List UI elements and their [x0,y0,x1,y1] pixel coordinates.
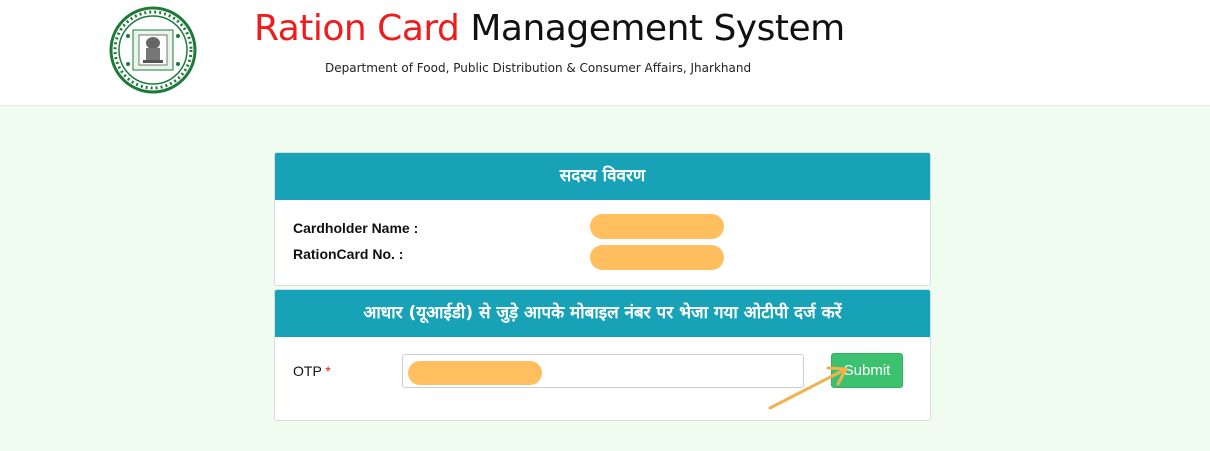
cardholder-name-redacted [590,214,724,239]
member-details-heading: सदस्य विवरण [275,153,930,200]
title-ration-card: Ration Card [254,8,460,49]
department-subtitle: Department of Food, Public Distribution … [325,61,752,75]
cardholder-name-label: Cardholder Name : [293,220,419,236]
otp-heading: आधार (यूआईडी) से जुड़े आपके मोबाइल नंबर … [275,290,930,337]
rationcard-no-redacted [590,245,724,270]
otp-card: आधार (यूआईडी) से जुड़े आपके मोबाइल नंबर … [274,289,931,421]
government-emblem-icon [109,6,197,94]
otp-value-redacted [408,361,542,385]
otp-label-text: OTP [293,363,322,379]
member-details-card: सदस्य विवरण Cardholder Name : RationCard… [274,152,931,286]
required-mark: * [325,363,331,379]
rationcard-no-label: RationCard No. : [293,246,404,262]
otp-label: OTP * [293,363,331,379]
site-header: Ration Card Management System Department… [0,0,1210,106]
page-title: Ration Card Management System [254,8,845,49]
title-management-system: Management System [470,8,845,49]
submit-button[interactable]: Submit [831,353,903,388]
